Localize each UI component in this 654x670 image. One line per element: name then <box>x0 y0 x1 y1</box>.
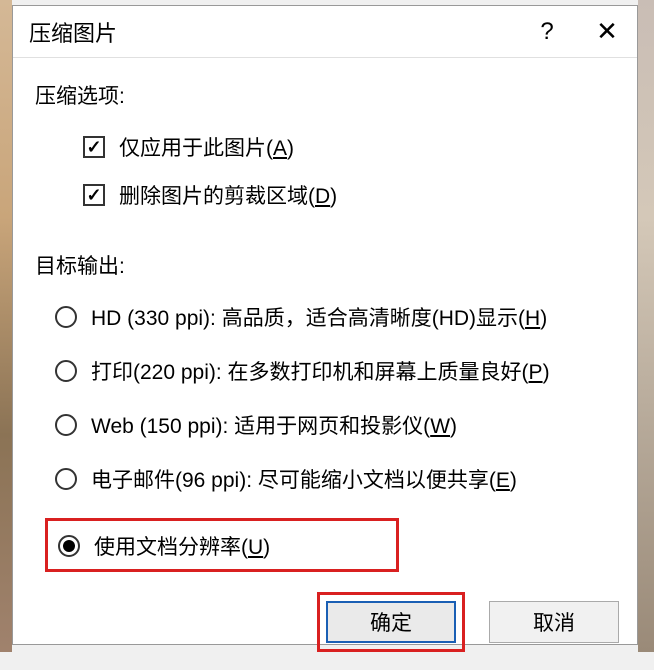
help-icon: ? <box>540 18 553 46</box>
radio-email-96[interactable]: 电子邮件(96 ppi): 尽可能缩小文档以便共享(E) <box>55 464 619 494</box>
close-icon: ✕ <box>596 16 618 47</box>
compress-pictures-dialog: 压缩图片 ? ✕ 压缩选项: 仅应用于此图片(A) 删除图片的剪裁区域(D) 目… <box>12 5 638 645</box>
button-label: 确定 <box>370 607 412 637</box>
radio-icon <box>55 468 77 490</box>
radio-label: 电子邮件(96 ppi): 尽可能缩小文档以便共享(E) <box>91 464 517 494</box>
radio-label: HD (330 ppi): 高品质，适合高清晰度(HD)显示(H) <box>91 302 547 332</box>
radio-label: Web (150 ppi): 适用于网页和投影仪(W) <box>91 410 457 440</box>
radio-document-resolution[interactable]: 使用文档分辨率(U) <box>58 531 388 561</box>
dialog-body: 压缩选项: 仅应用于此图片(A) 删除图片的剪裁区域(D) 目标输出: HD (… <box>13 58 637 592</box>
close-button[interactable]: ✕ <box>577 6 637 58</box>
highlighted-ok-wrap: 确定 <box>317 592 465 652</box>
checkbox-icon <box>83 136 105 158</box>
help-button[interactable]: ? <box>517 6 577 58</box>
button-label: 取消 <box>533 607 575 637</box>
radio-hd-330[interactable]: HD (330 ppi): 高品质，适合高清晰度(HD)显示(H) <box>55 302 619 332</box>
radio-label: 打印(220 ppi): 在多数打印机和屏幕上质量良好(P) <box>91 356 550 386</box>
checkbox-apply-only[interactable]: 仅应用于此图片(A) <box>83 132 619 162</box>
dialog-buttons: 确定 取消 <box>13 592 637 670</box>
radio-web-150[interactable]: Web (150 ppi): 适用于网页和投影仪(W) <box>55 410 619 440</box>
radio-print-220[interactable]: 打印(220 ppi): 在多数打印机和屏幕上质量良好(P) <box>55 356 619 386</box>
radio-icon <box>55 360 77 382</box>
radio-icon <box>58 535 80 557</box>
cancel-button[interactable]: 取消 <box>489 601 619 643</box>
dialog-title: 压缩图片 <box>29 16 517 48</box>
checkbox-label: 仅应用于此图片(A) <box>119 132 294 162</box>
checkbox-icon <box>83 184 105 206</box>
radio-icon <box>55 414 77 436</box>
radio-icon <box>55 306 77 328</box>
radio-label: 使用文档分辨率(U) <box>94 531 270 561</box>
target-output-heading: 目标输出: <box>35 250 619 280</box>
checkbox-delete-cropped[interactable]: 删除图片的剪裁区域(D) <box>83 180 619 210</box>
titlebar: 压缩图片 ? ✕ <box>13 6 637 58</box>
compression-options-heading: 压缩选项: <box>35 80 619 110</box>
ok-button[interactable]: 确定 <box>326 601 456 643</box>
checkbox-label: 删除图片的剪裁区域(D) <box>119 180 337 210</box>
highlighted-option: 使用文档分辨率(U) <box>45 518 399 572</box>
